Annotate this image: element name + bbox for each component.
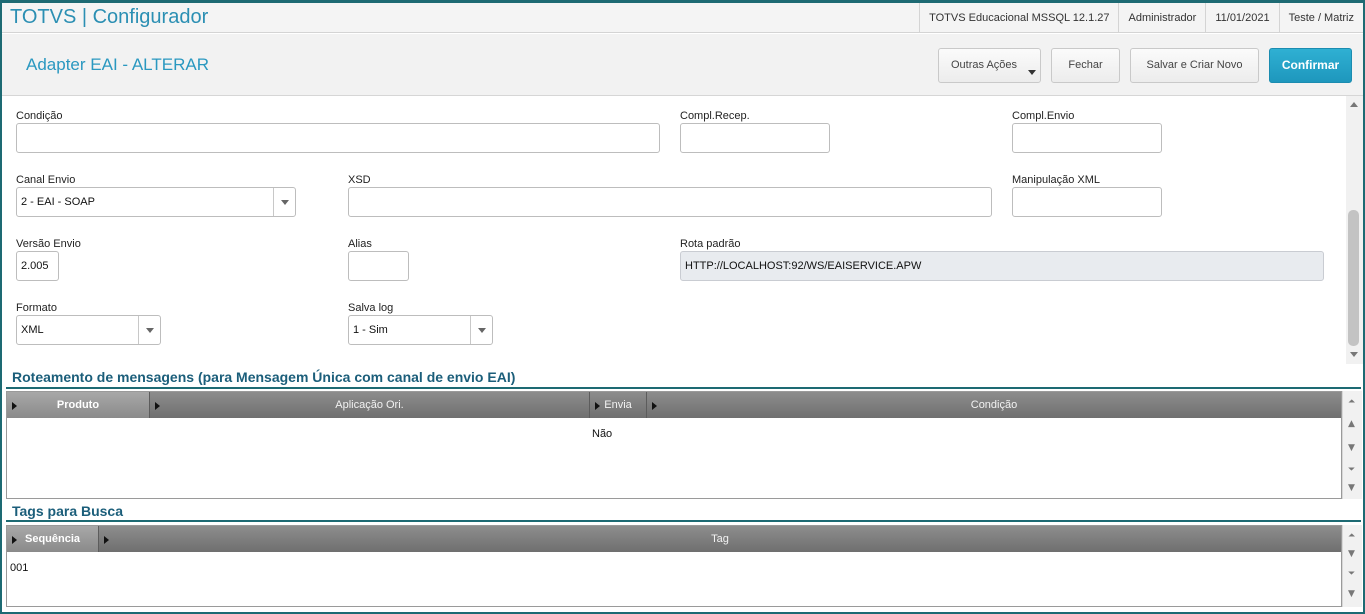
date-label[interactable]: 11/01/2021 <box>1205 3 1278 33</box>
page-header: Adapter EAI - ALTERAR Outras Ações Fecha… <box>2 34 1363 96</box>
grid-header: Produto Aplicação Ori. Envia Condição <box>7 392 1341 418</box>
sort-arrow-icon <box>12 402 17 410</box>
salva-log-label: Salva log <box>348 302 394 314</box>
column-header-tag[interactable]: Tag <box>99 526 1341 552</box>
xsd-label: XSD <box>348 174 371 186</box>
formato-select[interactable]: XML <box>16 315 161 345</box>
form-area: Condição Compl.Recep. Compl.Envio Canal … <box>2 96 1345 364</box>
tags-grid: Sequência Tag 001 <box>6 525 1342 607</box>
scroll-last-icon[interactable]: ▼ <box>1348 589 1355 599</box>
top-bar: TOTVS | Configurador TOTVS Educacional M… <box>2 3 1363 33</box>
table-cell-envia[interactable]: Não <box>592 428 612 440</box>
dropdown-arrow-icon[interactable] <box>138 316 160 344</box>
scroll-up-icon[interactable] <box>1350 102 1358 107</box>
scroll-last-icon[interactable]: ▼ <box>1348 483 1355 493</box>
xsd-field[interactable] <box>348 187 992 217</box>
column-header-produto[interactable]: Produto <box>7 392 150 418</box>
canal-envio-label: Canal Envio <box>16 174 76 186</box>
other-actions-button[interactable]: Outras Ações <box>938 48 1041 83</box>
manipulacao-xml-field[interactable] <box>1012 187 1162 217</box>
close-button[interactable]: Fechar <box>1051 48 1120 83</box>
canal-envio-value: 2 - EAI - SOAP <box>21 196 95 208</box>
form-scrollbar[interactable] <box>1346 96 1363 364</box>
scroll-page-down-icon[interactable]: ⏷ <box>1348 569 1355 579</box>
scroll-first-icon[interactable]: ⏶ <box>1348 397 1355 407</box>
compl-recep-label: Compl.Recep. <box>680 110 750 122</box>
environment-label: TOTVS Educacional MSSQL 12.1.27 <box>919 3 1118 33</box>
roteamento-section-title: Roteamento de mensagens (para Mensagem Ú… <box>12 369 516 385</box>
scroll-page-down-icon[interactable]: ⏷ <box>1348 465 1355 475</box>
tags-section-title: Tags para Busca <box>12 503 124 519</box>
condicao-label: Condição <box>16 110 63 122</box>
compl-envio-label: Compl.Envio <box>1012 110 1075 122</box>
column-header-envia[interactable]: Envia <box>590 392 647 418</box>
rota-padrao-field: HTTP://LOCALHOST:92/WS/EAISERVICE.APW <box>680 251 1324 281</box>
section-divider <box>6 520 1361 522</box>
canal-envio-select[interactable]: 2 - EAI - SOAP <box>16 187 296 217</box>
roteamento-grid-scrollbar[interactable]: ⏶ ▲ ▼ ⏷ ▼ <box>1342 391 1362 499</box>
dropdown-arrow-icon[interactable] <box>273 188 295 216</box>
formato-label: Formato <box>16 302 57 314</box>
confirm-button[interactable]: Confirmar <box>1269 48 1352 83</box>
sort-arrow-icon <box>595 402 600 410</box>
scroll-down-icon[interactable]: ▼ <box>1348 443 1355 453</box>
table-cell-sequencia[interactable]: 001 <box>10 562 28 574</box>
caret-down-icon <box>1028 70 1036 75</box>
roteamento-grid: Produto Aplicação Ori. Envia Condição Nã… <box>6 391 1342 499</box>
scroll-first-icon[interactable]: ⏶ <box>1348 531 1355 541</box>
versao-envio-label: Versão Envio <box>16 238 81 250</box>
versao-envio-field[interactable]: 2.005 <box>16 251 59 281</box>
rota-padrao-label: Rota padrão <box>680 238 741 250</box>
scroll-up-icon[interactable]: ▼ <box>1348 549 1355 559</box>
formato-value: XML <box>21 324 44 336</box>
other-actions-label: Outras Ações <box>951 59 1018 71</box>
save-and-new-button[interactable]: Salvar e Criar Novo <box>1130 48 1259 83</box>
scroll-up-icon[interactable]: ▲ <box>1348 419 1355 429</box>
column-header-aplicacao[interactable]: Aplicação Ori. <box>150 392 590 418</box>
scroll-down-icon[interactable] <box>1350 352 1358 357</box>
branch-label[interactable]: Teste / Matriz <box>1278 3 1363 33</box>
sort-arrow-icon <box>155 402 160 410</box>
user-label[interactable]: Administrador <box>1118 3 1205 33</box>
sort-arrow-icon <box>104 536 109 544</box>
salva-log-select[interactable]: 1 - Sim <box>348 315 493 345</box>
dropdown-arrow-icon[interactable] <box>470 316 492 344</box>
session-info: TOTVS Educacional MSSQL 12.1.27 Administ… <box>919 3 1363 33</box>
app-title: TOTVS | Configurador <box>10 6 209 28</box>
condicao-field[interactable] <box>16 123 660 153</box>
scrollbar-thumb[interactable] <box>1348 210 1359 346</box>
compl-envio-field[interactable] <box>1012 123 1162 153</box>
page-title: Adapter EAI - ALTERAR <box>26 55 209 74</box>
alias-label: Alias <box>348 238 372 250</box>
tags-grid-scrollbar[interactable]: ⏶ ▼ ⏷ ▼ <box>1342 525 1362 607</box>
column-header-condicao[interactable]: Condição <box>647 392 1341 418</box>
column-header-sequencia[interactable]: Sequência <box>7 526 99 552</box>
sort-arrow-icon <box>12 536 17 544</box>
compl-recep-field[interactable] <box>680 123 830 153</box>
salva-log-value: 1 - Sim <box>353 324 388 336</box>
alias-field[interactable] <box>348 251 409 281</box>
section-divider <box>6 387 1361 389</box>
manipulacao-xml-label: Manipulação XML <box>1012 174 1101 186</box>
grid-header: Sequência Tag <box>7 526 1341 552</box>
sort-arrow-icon <box>652 402 657 410</box>
